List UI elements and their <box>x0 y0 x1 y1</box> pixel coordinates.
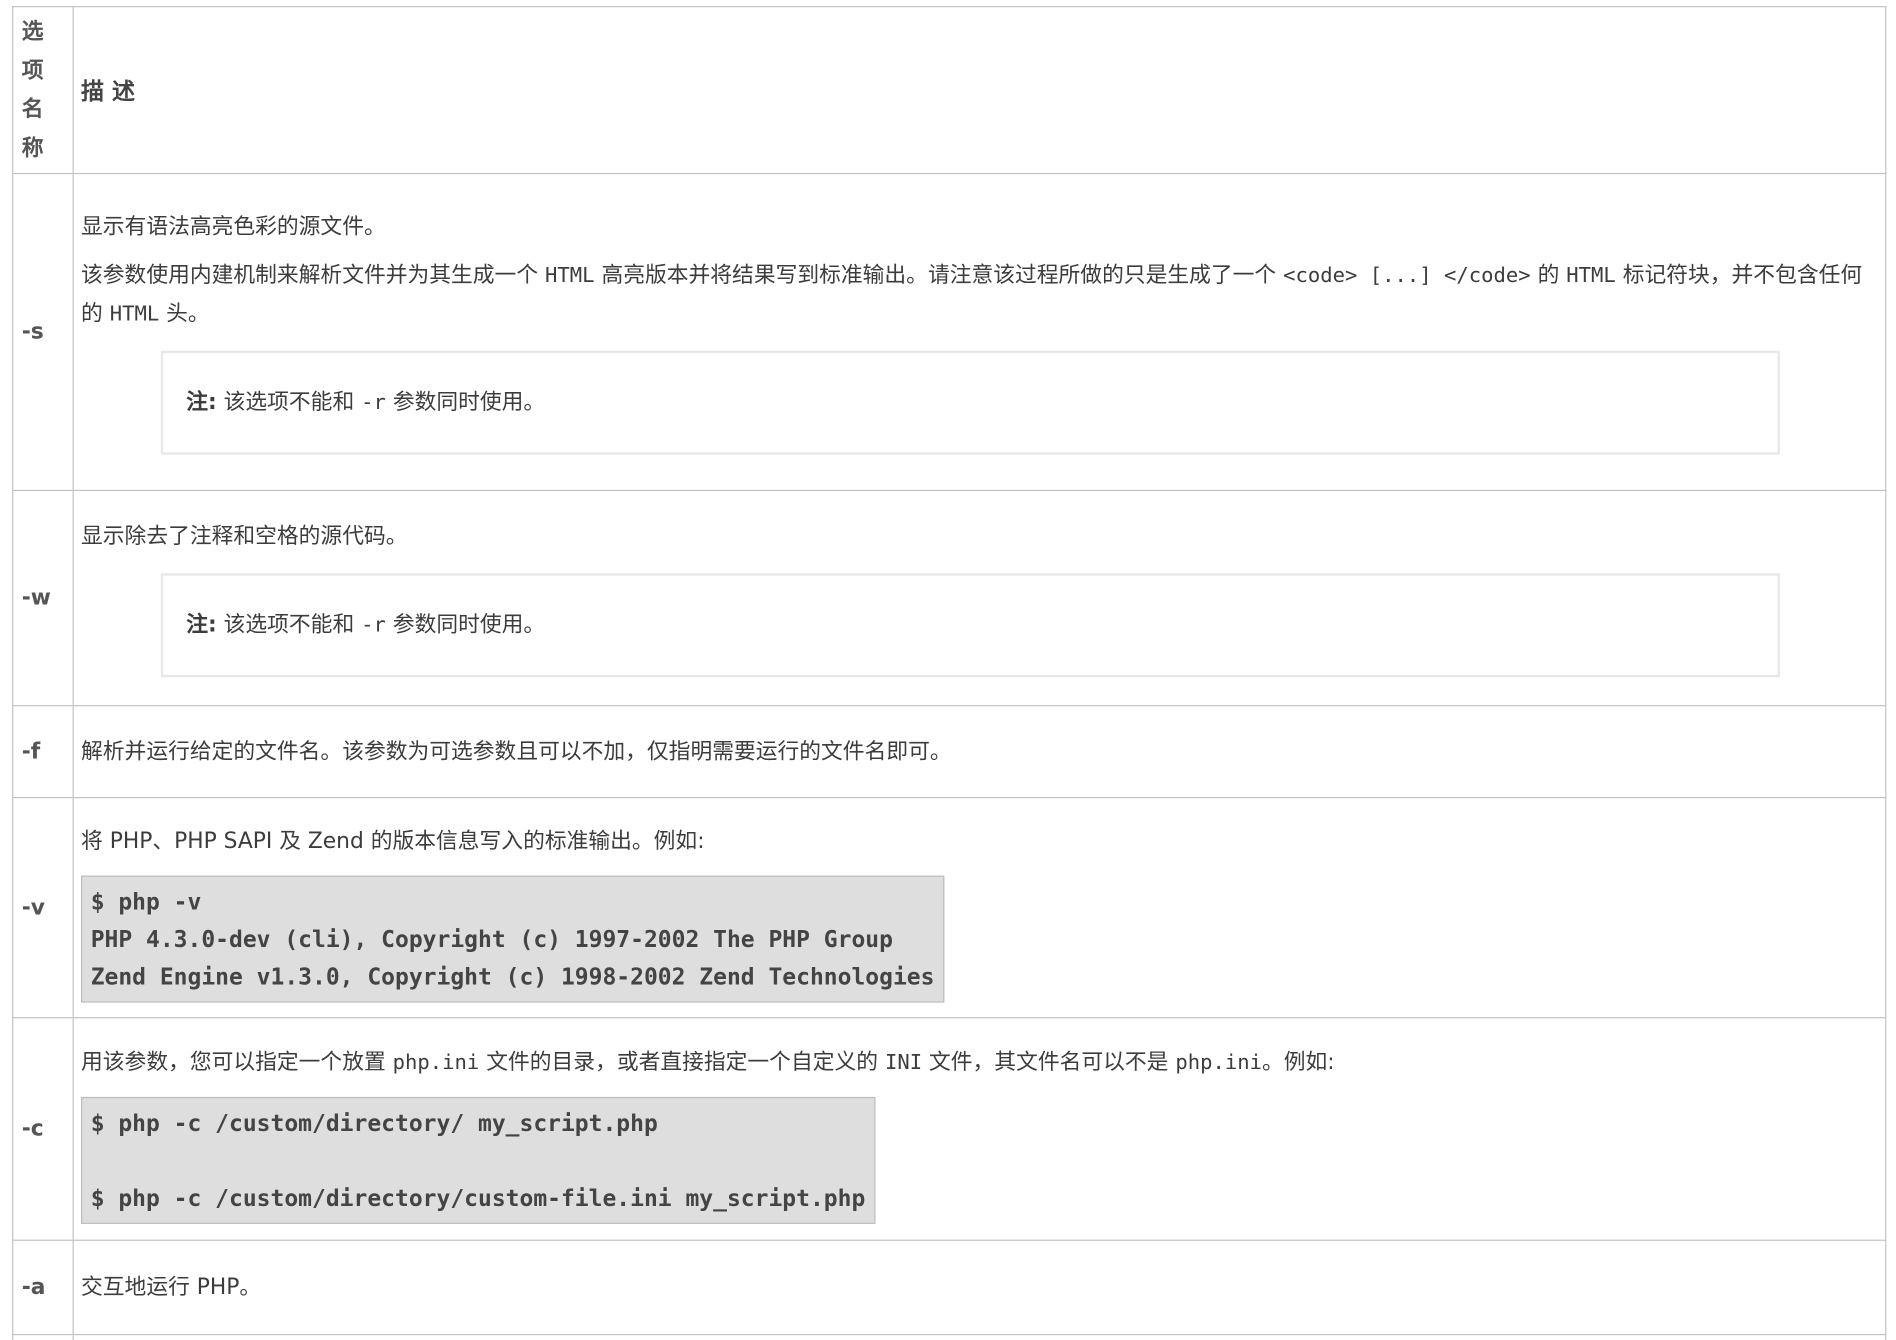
option-name: -a <box>12 1239 74 1336</box>
note-box: 注: 该选项不能和 -r 参数同时使用。 <box>160 350 1780 455</box>
inline-code: -r <box>361 612 386 637</box>
empty-cell <box>72 1333 1887 1340</box>
option-name: -c <box>12 1017 74 1241</box>
table-row: -s 显示有语法高亮色彩的源文件。 该参数使用内建机制来解析文件并为其生成一个 … <box>12 172 1887 492</box>
inline-code: -r <box>361 390 386 415</box>
code-example: $ php -c /custom/directory/ my_script.ph… <box>81 1096 875 1224</box>
options-table: 选项名称 描 述 -s 显示有语法高亮色彩的源文件。 该参数使用内建机制来解析文… <box>12 6 1887 1340</box>
desc-paragraph: 交互地运行 PHP。 <box>81 1274 262 1300</box>
option-desc: 显示除去了注释和空格的源代码。 注: 该选项不能和 -r 参数同时使用。 <box>72 489 1887 707</box>
option-name: -v <box>12 796 74 1019</box>
desc-paragraph: 用该参数，您可以指定一个放置 php.ini 文件的目录，或者直接指定一个自定义… <box>81 1049 1335 1076</box>
desc-paragraph: 该参数使用内建机制来解析文件并为其生成一个 HTML 高亮版本并将结果写到标准输… <box>81 261 1863 326</box>
table-header-row: 选项名称 描 述 <box>12 6 1887 175</box>
header-name-cell: 选项名称 <box>12 6 74 175</box>
table-row: -a 交互地运行 PHP。 <box>12 1239 1887 1336</box>
header-name-label: 选项名称 <box>21 18 44 161</box>
header-desc-label: 描 述 <box>72 6 1887 175</box>
code-example: $ php -v PHP 4.3.0-dev (cli), Copyright … <box>81 875 945 1003</box>
table-row: -c 用该参数，您可以指定一个放置 php.ini 文件的目录，或者直接指定一个… <box>12 1017 1887 1241</box>
desc-paragraph: 解析并运行给定的文件名。该参数为可选参数且可以不加，仅指明需要运行的文件名即可。 <box>81 738 952 764</box>
option-name: -s <box>12 172 74 492</box>
table-row-partial <box>12 1333 1887 1340</box>
desc-paragraph: 将 PHP、PHP SAPI 及 Zend 的版本信息写入的标准输出。例如: <box>81 828 705 854</box>
option-desc: 交互地运行 PHP。 <box>72 1239 1887 1336</box>
empty-cell <box>12 1333 74 1340</box>
table-row: -f 解析并运行给定的文件名。该参数为可选参数且可以不加，仅指明需要运行的文件名… <box>12 705 1887 799</box>
note-label: 注: <box>186 388 217 415</box>
note-label: 注: <box>186 611 217 637</box>
table-row: -w 显示除去了注释和空格的源代码。 注: 该选项不能和 -r 参数同时使用。 <box>12 489 1887 707</box>
option-desc: 将 PHP、PHP SAPI 及 Zend 的版本信息写入的标准输出。例如: $… <box>72 796 1887 1019</box>
options-page: 选项名称 描 述 -s 显示有语法高亮色彩的源文件。 该参数使用内建机制来解析文… <box>0 0 1896 1340</box>
note-box: 注: 该选项不能和 -r 参数同时使用。 <box>160 572 1780 677</box>
option-name: -f <box>12 705 74 799</box>
table-row: -v 将 PHP、PHP SAPI 及 Zend 的版本信息写入的标准输出。例如… <box>12 796 1887 1019</box>
option-desc: 用该参数，您可以指定一个放置 php.ini 文件的目录，或者直接指定一个自定义… <box>72 1017 1887 1241</box>
desc-paragraph: 显示有语法高亮色彩的源文件。 <box>81 213 386 239</box>
desc-paragraph: 显示除去了注释和空格的源代码。 <box>81 523 408 549</box>
option-desc: 解析并运行给定的文件名。该参数为可选参数且可以不加，仅指明需要运行的文件名即可。 <box>72 705 1887 799</box>
option-name: -w <box>12 489 74 707</box>
option-desc: 显示有语法高亮色彩的源文件。 该参数使用内建机制来解析文件并为其生成一个 HTM… <box>72 172 1887 492</box>
